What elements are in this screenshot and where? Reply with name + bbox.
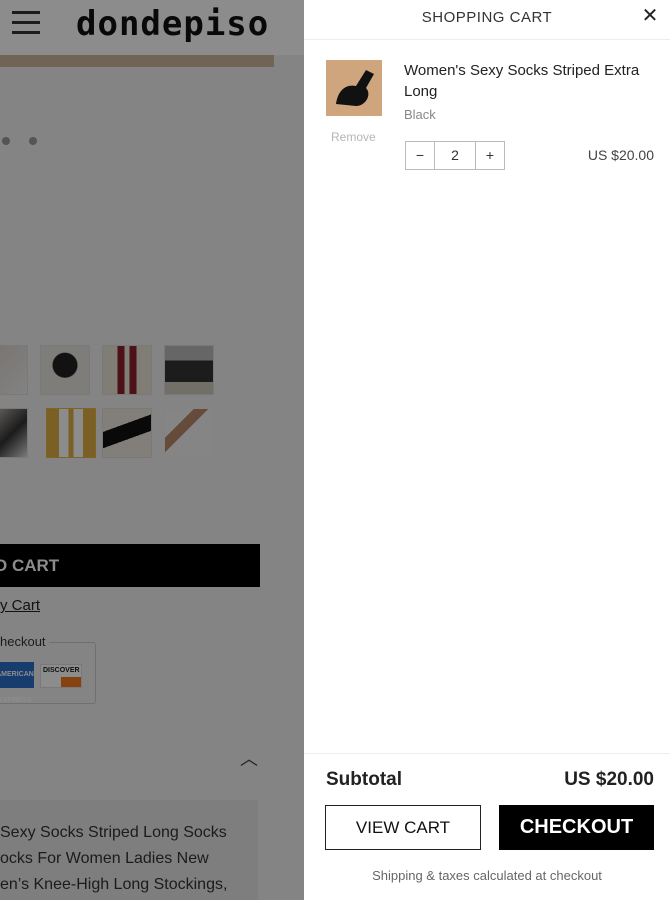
cart-item-image[interactable]: [326, 60, 382, 116]
close-icon[interactable]: ✕: [638, 4, 662, 28]
cart-title: SHOPPING CART: [421, 9, 553, 26]
quantity-value[interactable]: 2: [434, 142, 476, 169]
checkout-button[interactable]: CHECKOUT: [499, 805, 654, 850]
quantity-increase-button[interactable]: +: [476, 142, 504, 169]
cart-item-variant: Black: [404, 107, 436, 122]
quantity-stepper: − 2 +: [405, 141, 505, 170]
remove-item-link[interactable]: Remove: [331, 130, 376, 144]
subtotal-value: US $20.00: [564, 769, 654, 790]
quantity-decrease-button[interactable]: −: [406, 142, 434, 169]
view-cart-button[interactable]: VIEW CART: [325, 805, 481, 850]
shopping-cart-drawer: SHOPPING CART ✕ Remove Women's Sexy Sock…: [304, 0, 670, 900]
background-product-page: dondepiso O CART y Cart heckout AMERICAN…: [0, 0, 304, 900]
cart-item-name[interactable]: Women's Sexy Socks Striped Extra Long: [404, 60, 654, 102]
shipping-note: Shipping & taxes calculated at checkout: [372, 868, 602, 883]
cart-item-price: US $20.00: [587, 147, 654, 163]
subtotal-label: Subtotal: [326, 769, 402, 790]
modal-overlay[interactable]: [0, 0, 304, 900]
divider: [304, 753, 670, 754]
divider: [304, 39, 670, 40]
